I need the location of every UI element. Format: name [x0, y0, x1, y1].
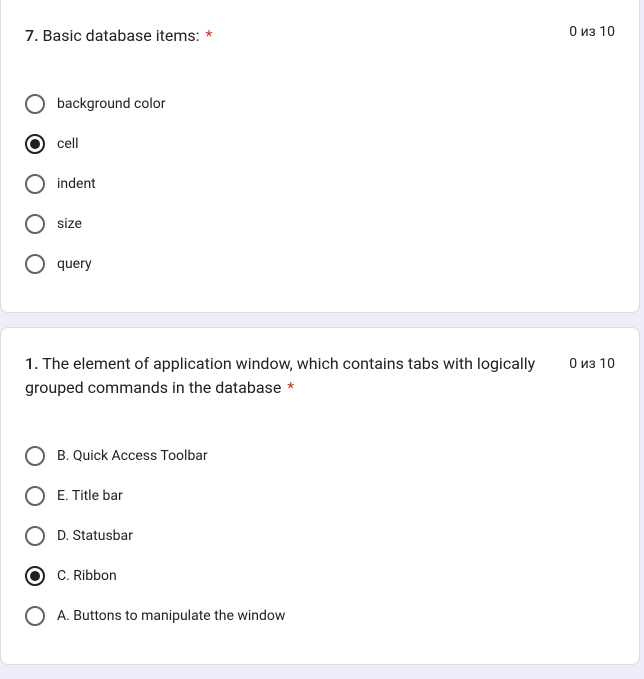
radio-option[interactable]: B. Quick Access Toolbar — [25, 436, 615, 476]
question-number: 1. — [25, 354, 39, 373]
question-score: 0 из 10 — [567, 352, 615, 376]
radio-icon — [25, 254, 45, 274]
question-header: 7. Basic database items: * 0 из 10 — [25, 24, 615, 48]
question-card: 7. Basic database items: * 0 из 10 backg… — [0, 0, 640, 313]
radio-option[interactable]: size — [25, 204, 615, 244]
question-score: 0 из 10 — [567, 24, 615, 40]
required-mark: * — [205, 26, 212, 45]
radio-icon — [25, 486, 45, 506]
option-label: indent — [57, 176, 96, 192]
question-number: 7. — [25, 26, 39, 45]
option-label: A. Buttons to manipulate the window — [57, 608, 285, 624]
question-header: 1. The element of application window, wh… — [25, 352, 615, 400]
radio-icon — [25, 566, 45, 586]
radio-icon — [25, 526, 45, 546]
radio-icon — [25, 174, 45, 194]
option-label: query — [57, 256, 92, 272]
radio-icon — [25, 446, 45, 466]
question-text: The element of application window, which… — [25, 354, 535, 397]
radio-option[interactable]: A. Buttons to manipulate the window — [25, 596, 615, 636]
option-label: C. Ribbon — [57, 568, 117, 584]
radio-option[interactable]: indent — [25, 164, 615, 204]
radio-icon — [25, 606, 45, 626]
option-list: background color cell indent size query — [25, 84, 615, 284]
option-label: E. Title bar — [57, 488, 123, 504]
option-list: B. Quick Access Toolbar E. Title bar D. … — [25, 436, 615, 636]
question-text: Basic database items: — [43, 26, 200, 45]
option-label: background color — [57, 96, 165, 112]
radio-icon — [25, 134, 45, 154]
radio-option[interactable]: D. Statusbar — [25, 516, 615, 556]
radio-option[interactable]: C. Ribbon — [25, 556, 615, 596]
radio-option[interactable]: E. Title bar — [25, 476, 615, 516]
radio-icon — [25, 214, 45, 234]
question-title: 1. The element of application window, wh… — [25, 352, 551, 400]
radio-icon — [25, 94, 45, 114]
required-mark: * — [287, 378, 294, 397]
option-label: cell — [57, 136, 79, 152]
question-title: 7. Basic database items: * — [25, 24, 212, 48]
option-label: size — [57, 216, 82, 232]
radio-option[interactable]: background color — [25, 84, 615, 124]
radio-option[interactable]: query — [25, 244, 615, 284]
option-label: D. Statusbar — [57, 528, 133, 544]
radio-option[interactable]: cell — [25, 124, 615, 164]
question-card: 1. The element of application window, wh… — [0, 327, 640, 665]
option-label: B. Quick Access Toolbar — [57, 448, 208, 464]
